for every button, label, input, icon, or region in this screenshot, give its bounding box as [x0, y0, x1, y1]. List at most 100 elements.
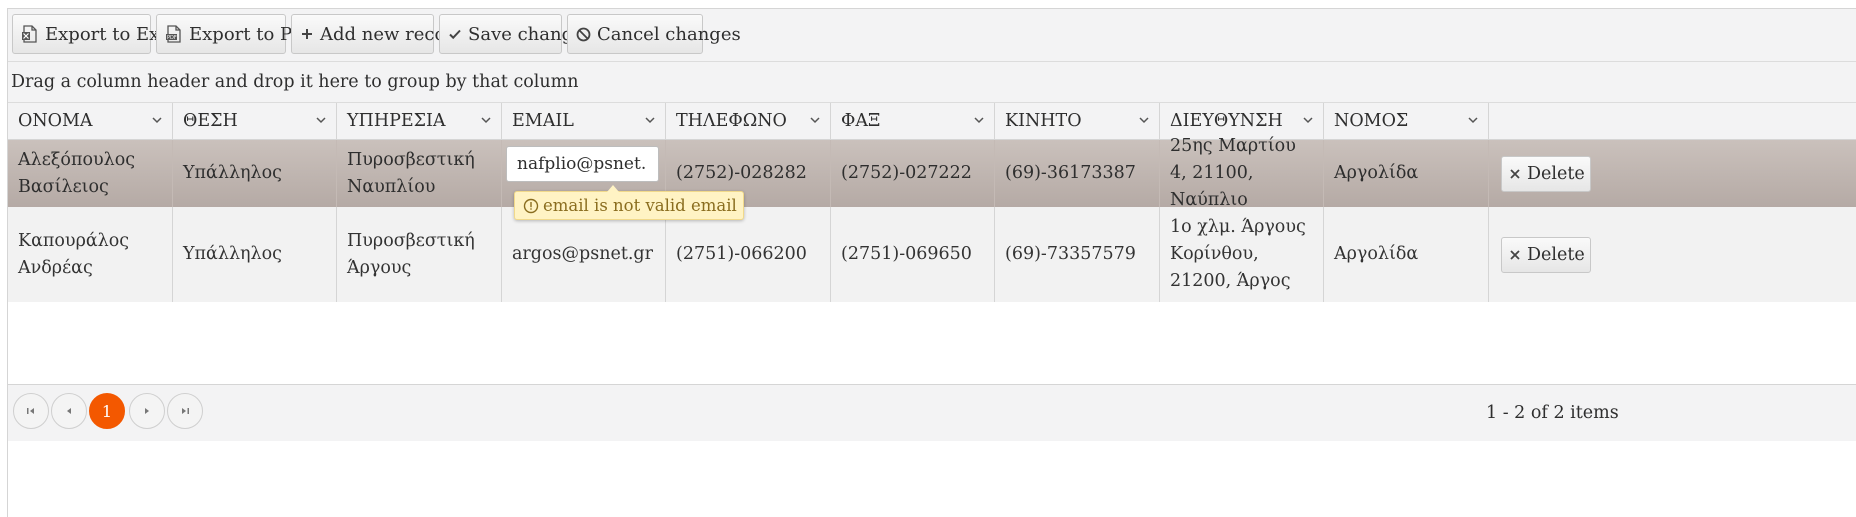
last-page-icon: [182, 408, 189, 414]
current-page-label: 1: [101, 401, 113, 421]
page-number-button[interactable]: 1: [89, 393, 125, 429]
check-icon: [448, 24, 462, 44]
delete-button[interactable]: Delete: [1501, 236, 1591, 273]
delete-label: Delete: [1527, 163, 1585, 184]
warning-icon: [523, 198, 539, 214]
first-page-icon: [27, 408, 34, 414]
prev-page-button[interactable]: [51, 393, 87, 429]
cell-mobile[interactable]: (69)-73357579: [995, 207, 1160, 302]
column-header-label: ΚΙΝΗΤΟ: [1005, 111, 1082, 131]
chevron-down-icon[interactable]: [808, 113, 822, 127]
cell-name[interactable]: Καπουράλος Ανδρέας: [8, 207, 173, 302]
column-header-row: ΟΝΟΜΑ ΘΕΣΗ ΥΠΗΡΕΣΙΑ EMAIL ΤΗΛΕΦΩΝΟ ΦΑΞ Κ…: [8, 103, 1856, 140]
cell-address[interactable]: 1ο χλμ. Άργους Κορίνθου, 21200, Άργος: [1160, 207, 1324, 302]
cancel-icon: [576, 24, 591, 44]
cancel-changes-button[interactable]: Cancel changes: [567, 14, 741, 54]
table-row[interactable]: Καπουράλος Ανδρέας Υπάλληλος Πυροσβεστικ…: [8, 207, 1856, 302]
chevron-down-icon[interactable]: [1301, 113, 1315, 127]
data-grid: Export to Excel PDF Export to PDF Add ne…: [7, 8, 1856, 517]
plus-icon: [300, 24, 314, 44]
chevron-down-icon[interactable]: [972, 113, 986, 127]
column-header-mobile[interactable]: ΚΙΝΗΤΟ: [995, 103, 1160, 139]
prev-page-icon: [67, 408, 71, 414]
pager-bar: 1 1 - 2 of 2 items: [8, 384, 1856, 441]
cell-name[interactable]: Αλεξόπουλος Βασίλειος: [8, 140, 173, 207]
column-header-fax[interactable]: ΦΑΞ: [831, 103, 995, 139]
cell-address[interactable]: 25ης Μαρτίου 4, 21100, Ναύπλιο: [1160, 136, 1324, 210]
chevron-down-icon[interactable]: [1466, 113, 1480, 127]
column-header-label: ΔΙΕΥΘΥΝΣΗ: [1170, 111, 1283, 131]
cell-text: Αργολίδα: [1334, 163, 1419, 183]
first-page-button[interactable]: [13, 393, 49, 429]
cell-text: 1ο χλμ. Άργους Κορίνθου, 21200, Άργος: [1170, 217, 1306, 291]
last-page-button[interactable]: [167, 393, 203, 429]
cell-text: Αλεξόπουλος Βασίλειος: [18, 149, 136, 197]
cell-text: Πυροσβεστική Ναυπλίου: [347, 149, 475, 197]
close-icon: [1509, 249, 1521, 261]
cell-phone[interactable]: (2751)-066200: [666, 207, 831, 302]
column-header-phone[interactable]: ΤΗΛΕΦΩΝΟ: [666, 103, 831, 139]
close-icon: [1509, 168, 1521, 180]
column-header-commands: [1489, 103, 1856, 139]
column-header-label: EMAIL: [512, 111, 574, 131]
column-header-label: ΤΗΛΕΦΩΝΟ: [676, 111, 787, 131]
cell-prefecture[interactable]: Αργολίδα: [1324, 140, 1489, 207]
cell-text: argos@psnet.gr: [512, 244, 653, 264]
cell-position[interactable]: Υπάλληλος: [173, 207, 337, 302]
cell-text: (69)-36173387: [1005, 163, 1136, 183]
grid-toolbar: Export to Excel PDF Export to PDF Add ne…: [8, 9, 1856, 62]
export-pdf-button[interactable]: PDF Export to PDF: [156, 14, 319, 54]
save-changes-button[interactable]: Save changes: [439, 14, 593, 54]
cell-text: Καπουράλος Ανδρέας: [18, 230, 130, 278]
column-header-service[interactable]: ΥΠΗΡΕΣΙΑ: [337, 103, 502, 139]
pdf-icon: PDF: [165, 24, 183, 44]
validation-tooltip: email is not valid email: [514, 185, 744, 220]
cell-text: 25ης Μαρτίου 4, 21100, Ναύπλιο: [1170, 136, 1296, 210]
cell-text: (2752)-028282: [676, 163, 807, 183]
cell-position[interactable]: Υπάλληλος: [173, 140, 337, 207]
cell-fax[interactable]: (2751)-069650: [831, 207, 995, 302]
chevron-down-icon[interactable]: [314, 113, 328, 127]
cell-text: (69)-73357579: [1005, 244, 1136, 264]
column-header-name[interactable]: ΟΝΟΜΑ: [8, 103, 173, 139]
next-page-button[interactable]: [129, 393, 165, 429]
excel-icon: [21, 24, 39, 44]
email-edit-input[interactable]: [506, 146, 659, 182]
cell-text: Πυροσβεστική Άργους: [347, 230, 475, 278]
column-header-label: ΟΝΟΜΑ: [18, 111, 93, 131]
column-header-label: ΥΠΗΡΕΣΙΑ: [347, 111, 446, 131]
column-header-email[interactable]: EMAIL: [502, 103, 666, 139]
group-hint-text: Drag a column header and drop it here to…: [11, 72, 579, 92]
cell-text: Υπάλληλος: [183, 163, 282, 183]
column-header-position[interactable]: ΘΕΣΗ: [173, 103, 337, 139]
tooltip-arrow: [607, 185, 619, 192]
pager-info: 1 - 2 of 2 items: [1486, 403, 1619, 423]
table-row[interactable]: Αλεξόπουλος Βασίλειος Υπάλληλος Πυροσβεσ…: [8, 136, 1856, 210]
chevron-down-icon[interactable]: [479, 113, 493, 127]
column-header-label: ΦΑΞ: [841, 111, 881, 131]
next-page-icon: [145, 408, 149, 414]
delete-label: Delete: [1527, 244, 1585, 265]
grid-footer-space: [8, 441, 1856, 517]
cell-text: Υπάλληλος: [183, 244, 282, 264]
validation-message: email is not valid email: [543, 196, 737, 215]
cell-service[interactable]: Πυροσβεστική Άργους: [337, 207, 502, 302]
add-record-button[interactable]: Add new record: [291, 14, 465, 54]
chevron-down-icon[interactable]: [643, 113, 657, 127]
cancel-changes-label: Cancel changes: [597, 23, 741, 45]
cell-text: (2751)-069650: [841, 244, 972, 264]
cell-fax[interactable]: (2752)-027222: [831, 140, 995, 207]
cell-service[interactable]: Πυροσβεστική Ναυπλίου: [337, 140, 502, 207]
chevron-down-icon[interactable]: [1137, 113, 1151, 127]
cell-mobile[interactable]: (69)-36173387: [995, 140, 1160, 207]
cell-text: (2752)-027222: [841, 163, 972, 183]
group-drop-area[interactable]: Drag a column header and drop it here to…: [8, 62, 1856, 103]
cell-prefecture[interactable]: Αργολίδα: [1324, 207, 1489, 302]
delete-button[interactable]: Delete: [1501, 155, 1591, 192]
column-header-prefecture[interactable]: ΝΟΜΟΣ: [1324, 103, 1489, 139]
export-excel-button[interactable]: Export to Excel: [12, 14, 186, 54]
cell-text: Αργολίδα: [1334, 244, 1419, 264]
column-header-label: ΝΟΜΟΣ: [1334, 111, 1409, 131]
chevron-down-icon[interactable]: [150, 113, 164, 127]
cell-email[interactable]: argos@psnet.gr: [502, 207, 666, 302]
